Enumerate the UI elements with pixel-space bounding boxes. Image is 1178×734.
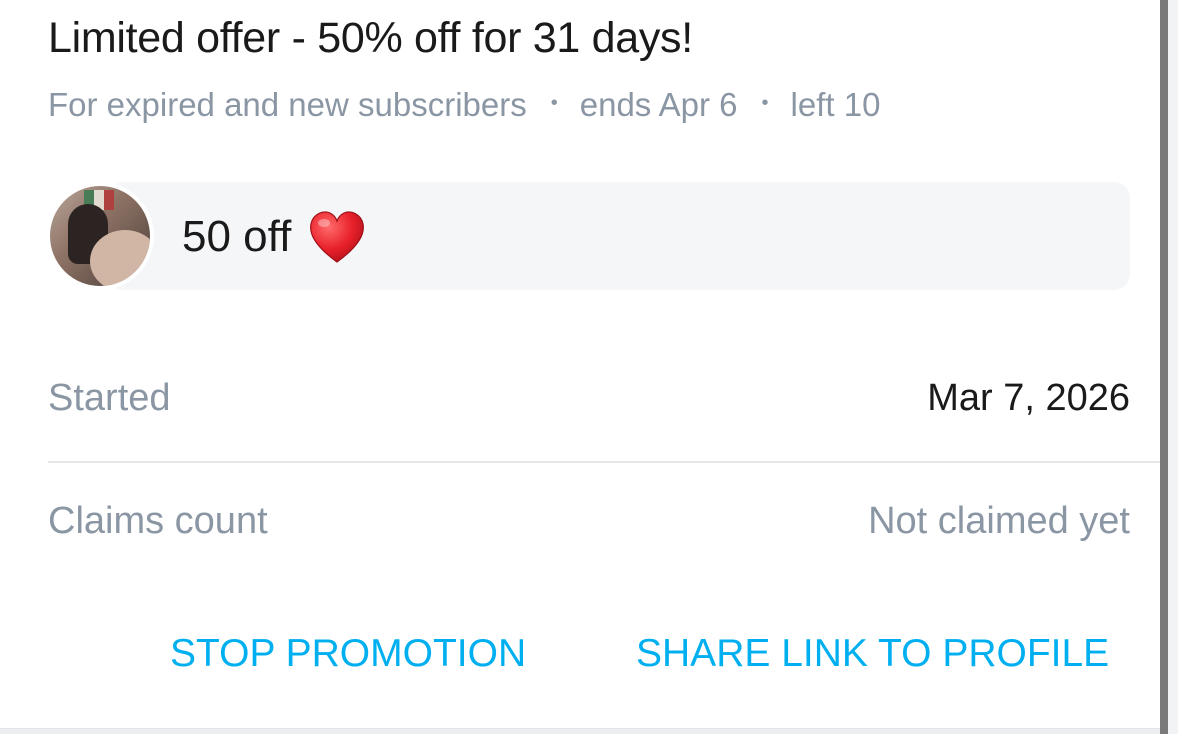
page-margin (1168, 0, 1178, 734)
claims-value: Not claimed yet (868, 499, 1130, 542)
claims-label: Claims count (48, 499, 268, 542)
started-value: Mar 7, 2026 (927, 376, 1130, 419)
meta-separator: • (761, 91, 769, 114)
promotion-end-date: ends Apr 6 (579, 86, 738, 123)
message-label: 50 off (182, 212, 292, 261)
divider (48, 461, 1178, 463)
scrollbar[interactable] (1160, 0, 1168, 734)
promotion-screen: Limited offer - 50% off for 31 days! For… (0, 0, 1178, 734)
card-bottom-edge (0, 728, 1160, 734)
promotion-remaining: left 10 (790, 86, 881, 123)
promotion-audience: For expired and new subscribers (48, 86, 527, 123)
promotion-card: Limited offer - 50% off for 31 days! For… (0, 0, 1178, 728)
started-label: Started (48, 376, 171, 419)
promotion-meta: For expired and new subscribers • ends A… (48, 86, 880, 124)
avatar[interactable] (46, 182, 154, 290)
meta-separator: • (550, 91, 558, 114)
started-row: Started Mar 7, 2026 (48, 368, 1130, 428)
red-heart-icon (307, 208, 367, 266)
avatar-figure-detail (90, 230, 150, 286)
claims-row: Claims count Not claimed yet (48, 491, 1130, 551)
share-link-button[interactable]: SHARE LINK TO PROFILE (636, 632, 1109, 676)
stop-promotion-button[interactable]: STOP PROMOTION (170, 632, 526, 676)
promotion-title: Limited offer - 50% off for 31 days! (48, 14, 693, 62)
message-text: 50 off (182, 208, 367, 266)
promotion-message: 50 off (46, 182, 1130, 290)
